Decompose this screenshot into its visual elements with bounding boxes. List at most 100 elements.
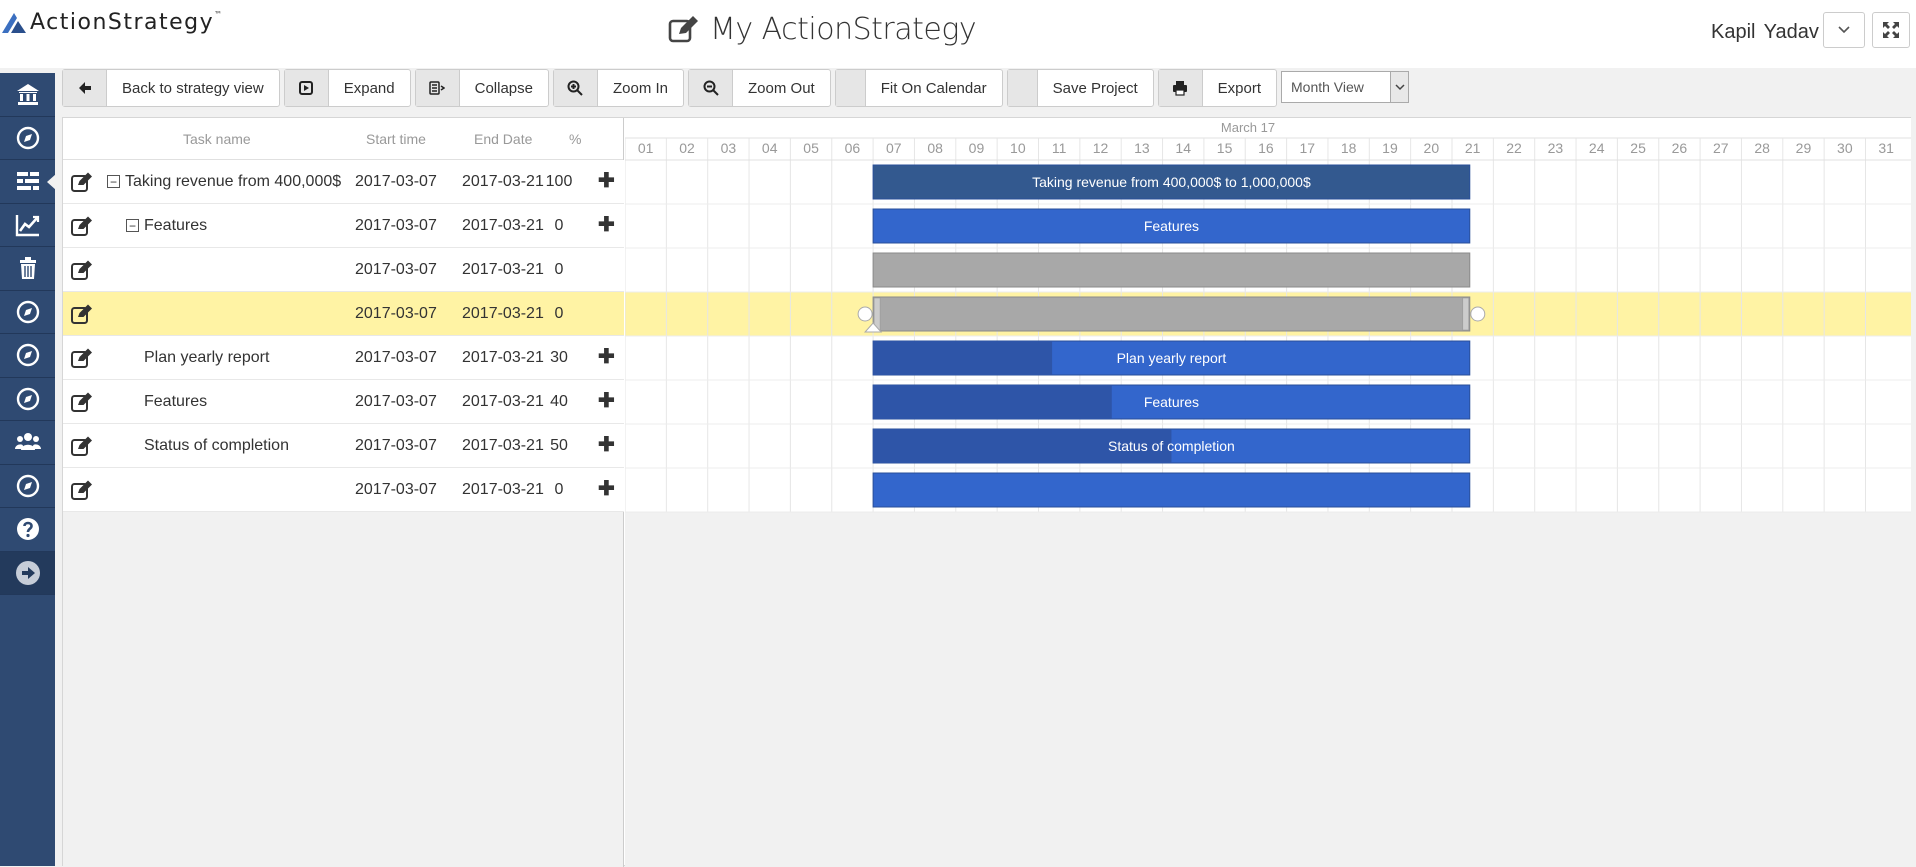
arrow-right-circle-icon (15, 560, 40, 585)
day-label: 19 (1382, 140, 1398, 156)
sidebar-item-1[interactable] (0, 73, 55, 117)
add-subtask-icon[interactable]: ✚ (598, 215, 615, 235)
page-title-group: My ActionStrategy (668, 12, 977, 47)
zoom-in-icon (553, 70, 598, 106)
edit-task-icon[interactable] (71, 172, 93, 192)
task-row[interactable]: Status of completion 2017-03-07 2017-03-21… (63, 424, 624, 468)
arrow-left-icon (63, 70, 107, 106)
sidebar-item-2[interactable] (0, 117, 55, 160)
fit-icon (835, 70, 866, 106)
task-progress (873, 341, 1053, 375)
edit-task-icon[interactable] (71, 348, 93, 368)
gantt-chart: March 17 01 02 03 04 05 06 07 08 09 10 11 12 13 14 15 16… (625, 118, 1911, 867)
collapse-icon (415, 70, 460, 106)
sidebar-item-11[interactable] (0, 508, 55, 552)
task-end: 2017-03-21 (462, 261, 544, 278)
gantt-container: Task name Start time End Date % − Taking … (62, 117, 1911, 867)
edit-task-icon[interactable] (71, 436, 93, 456)
task-row[interactable]: 2017-03-07 2017-03-21 0 (63, 248, 624, 292)
fullscreen-button[interactable] (1872, 12, 1910, 48)
task-start: 2017-03-07 (355, 217, 437, 234)
task-name: Features (144, 217, 208, 234)
sidebar-item-7[interactable] (0, 334, 55, 378)
task-start: 2017-03-07 (355, 305, 437, 322)
edit-task-icon[interactable] (71, 480, 93, 500)
page-title: My ActionStrategy (710, 12, 977, 47)
task-row[interactable]: Plan yearly report 2017-03-07 2017-03-21 30… (63, 336, 624, 380)
task-row[interactable]: − Features 2017-03-07 2017-03-21 0 ✚ (63, 204, 624, 248)
column-header-end[interactable]: End Date (474, 131, 532, 147)
add-subtask-icon[interactable]: ✚ (598, 171, 615, 191)
actionstrategy-logo[interactable]: ActionStrategy™ (2, 10, 224, 35)
day-label: 27 (1713, 140, 1729, 156)
collapse-toggle-icon[interactable]: − (107, 175, 120, 188)
day-label: 18 (1341, 140, 1357, 156)
add-subtask-icon[interactable]: ✚ (598, 347, 615, 367)
gantt-timeline: March 17 01 02 03 04 05 06 07 08 09 10 11 12 13 14 15 16… (625, 118, 1911, 513)
edit-task-icon[interactable] (71, 392, 93, 412)
sidebar-item-8[interactable] (0, 378, 55, 421)
compass-icon (16, 474, 39, 497)
column-header-percent[interactable]: % (569, 131, 581, 147)
task-end: 2017-03-21 (462, 305, 544, 322)
column-header-start[interactable]: Start time (366, 131, 426, 147)
sidebar-item-12[interactable] (0, 551, 55, 595)
task-percent: 40 (550, 393, 568, 410)
save-project-button[interactable]: Save Project (1006, 69, 1154, 107)
task-row[interactable]: − Taking revenue from 400,000$ 2017-03-07 2… (63, 160, 624, 204)
task-bar[interactable] (872, 296, 1471, 332)
expand-button[interactable]: Expand (283, 69, 411, 107)
export-button[interactable]: Export (1157, 69, 1277, 107)
gantt-icon (16, 172, 39, 191)
collapse-button[interactable]: Collapse (414, 69, 549, 107)
link-handle-right[interactable] (1470, 306, 1486, 322)
column-header-task[interactable]: Task name (183, 131, 251, 147)
task-percent: 0 (554, 217, 564, 234)
add-subtask-icon[interactable]: ✚ (598, 391, 615, 411)
sidebar-item-10[interactable] (0, 465, 55, 508)
edit-task-icon[interactable] (71, 304, 93, 324)
view-select[interactable]: Month View (1281, 71, 1409, 103)
task-bar[interactable] (872, 252, 1471, 288)
user-menu-button[interactable] (1823, 12, 1865, 48)
sidebar-item-3[interactable] (0, 160, 56, 204)
bank-icon (16, 84, 39, 106)
zoom-out-button[interactable]: Zoom Out (688, 69, 831, 107)
back-to-strategy-button[interactable]: Back to strategy view (62, 69, 280, 107)
sidebar-item-6[interactable] (0, 291, 55, 334)
add-subtask-icon[interactable]: ✚ (598, 435, 615, 455)
task-bar[interactable] (872, 472, 1471, 508)
zoom-in-button[interactable]: Zoom In (552, 69, 685, 107)
task-end: 2017-03-21 (462, 349, 544, 366)
add-subtask-icon[interactable]: ✚ (598, 479, 615, 499)
month-label: March 17 (1221, 120, 1275, 135)
edit-task-icon[interactable] (71, 260, 93, 280)
task-start: 2017-03-07 (355, 481, 437, 498)
task-percent: 0 (554, 261, 564, 278)
collapse-toggle-icon[interactable]: − (126, 219, 139, 232)
task-bar-label: Status of completion (1108, 438, 1235, 454)
line-chart-icon (15, 214, 39, 236)
day-label: 08 (927, 140, 943, 156)
task-row[interactable]: Features 2017-03-07 2017-03-21 40 ✚ (63, 380, 624, 424)
task-percent: 30 (550, 349, 568, 366)
task-row[interactable]: 2017-03-07 2017-03-21 0 ✚ (63, 468, 624, 512)
day-label: 29 (1796, 140, 1812, 156)
task-percent: 0 (554, 305, 564, 322)
task-row[interactable]: 2017-03-07 2017-03-21 0 (63, 292, 624, 336)
day-label: 07 (886, 140, 902, 156)
fit-on-calendar-button[interactable]: Fit On Calendar (834, 69, 1003, 107)
edit-task-icon[interactable] (71, 216, 93, 236)
day-label: 02 (679, 140, 695, 156)
resize-handle-right[interactable] (1462, 297, 1470, 331)
sidebar-item-5[interactable] (0, 247, 55, 291)
day-label: 12 (1093, 140, 1109, 156)
link-handle-left[interactable] (857, 306, 873, 322)
task-start: 2017-03-07 (355, 437, 437, 454)
day-label: 15 (1217, 140, 1233, 156)
sidebar-item-9[interactable] (0, 421, 55, 465)
print-icon (1158, 70, 1203, 106)
day-label: 09 (969, 140, 985, 156)
sidebar-item-4[interactable] (0, 204, 55, 247)
task-end: 2017-03-21 (462, 393, 544, 410)
